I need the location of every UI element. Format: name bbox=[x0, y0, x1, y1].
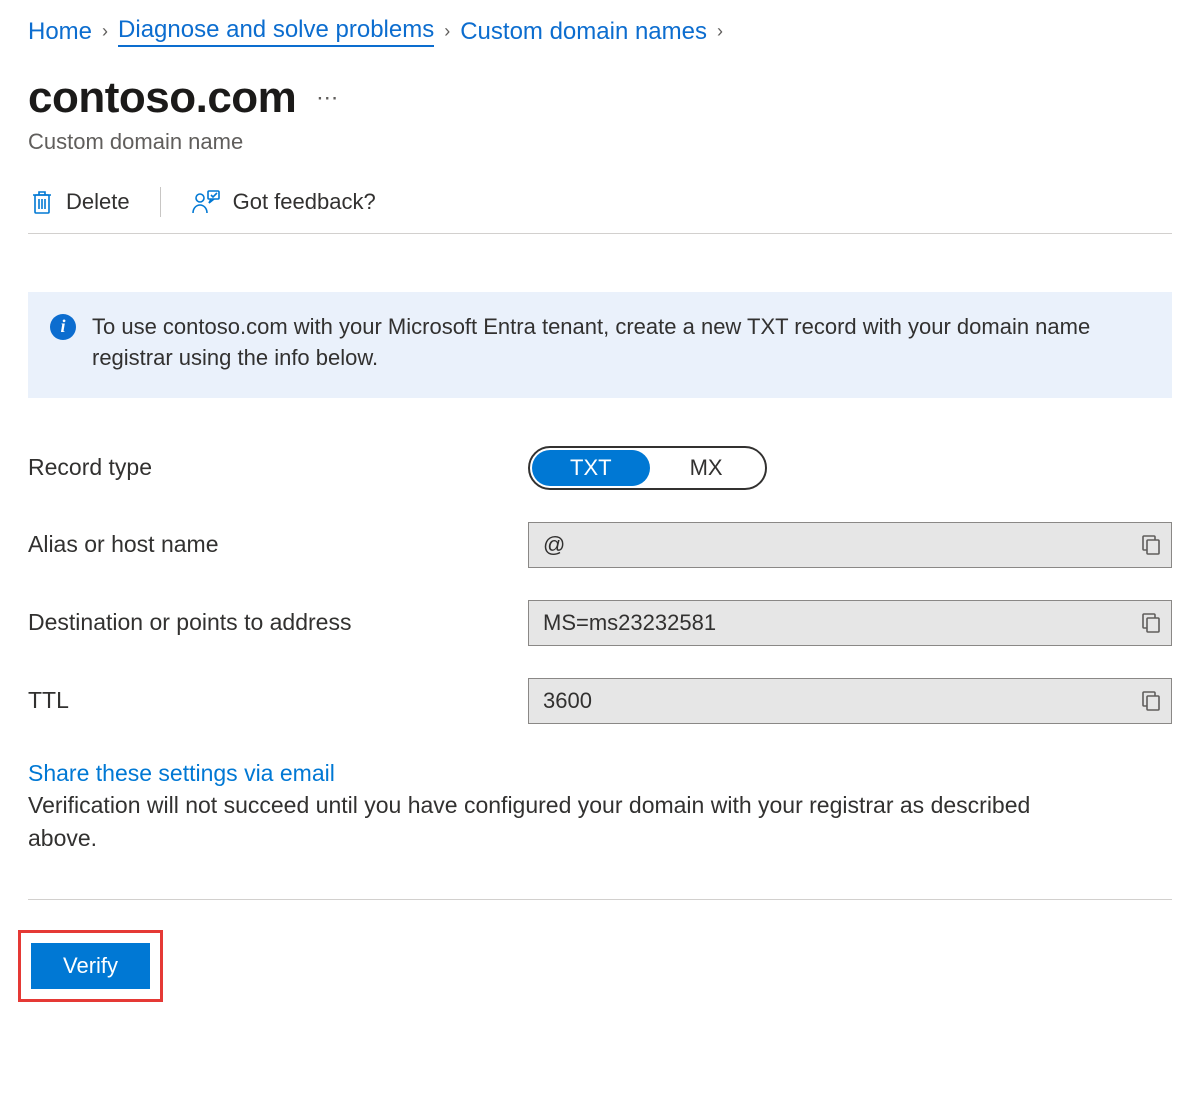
dns-record-form: Record type TXT MX Alias or host name bbox=[28, 446, 1172, 724]
share-via-email-link[interactable]: Share these settings via email bbox=[28, 760, 335, 787]
destination-input[interactable] bbox=[529, 610, 1131, 636]
breadcrumb-custom-domains[interactable]: Custom domain names bbox=[460, 18, 707, 46]
page-title: contoso.com bbox=[28, 73, 296, 123]
copy-alias-button[interactable] bbox=[1131, 523, 1171, 567]
command-bar: Delete Got feedback? bbox=[28, 185, 1172, 234]
verify-button[interactable]: Verify bbox=[31, 943, 150, 989]
delete-label: Delete bbox=[66, 189, 130, 215]
record-type-txt[interactable]: TXT bbox=[532, 450, 650, 486]
page-subtitle: Custom domain name bbox=[28, 129, 1172, 155]
breadcrumb: Home › Diagnose and solve problems › Cus… bbox=[28, 16, 1172, 47]
feedback-icon bbox=[191, 189, 221, 215]
ttl-field bbox=[528, 678, 1172, 724]
alias-input[interactable] bbox=[529, 532, 1131, 558]
alias-label: Alias or host name bbox=[28, 531, 528, 558]
feedback-label: Got feedback? bbox=[233, 189, 376, 215]
copy-destination-button[interactable] bbox=[1131, 601, 1171, 645]
destination-field bbox=[528, 600, 1172, 646]
record-type-label: Record type bbox=[28, 454, 528, 481]
info-banner: i To use contoso.com with your Microsoft… bbox=[28, 292, 1172, 398]
destination-label: Destination or points to address bbox=[28, 609, 528, 636]
chevron-right-icon: › bbox=[102, 21, 108, 42]
copy-icon bbox=[1141, 534, 1161, 556]
chevron-right-icon: › bbox=[717, 21, 723, 42]
record-type-mx[interactable]: MX bbox=[650, 450, 763, 486]
chevron-right-icon: › bbox=[444, 21, 450, 42]
copy-ttl-button[interactable] bbox=[1131, 679, 1171, 723]
breadcrumb-diagnose[interactable]: Diagnose and solve problems bbox=[118, 16, 434, 47]
footer-divider bbox=[28, 899, 1172, 900]
delete-button[interactable]: Delete bbox=[28, 185, 132, 219]
verify-highlight: Verify bbox=[18, 930, 163, 1002]
info-icon: i bbox=[50, 314, 76, 340]
feedback-button[interactable]: Got feedback? bbox=[189, 185, 378, 219]
trash-icon bbox=[30, 189, 54, 215]
ttl-label: TTL bbox=[28, 687, 528, 714]
alias-field bbox=[528, 522, 1172, 568]
more-actions-button[interactable]: ⋯ bbox=[316, 85, 340, 111]
copy-icon bbox=[1141, 612, 1161, 634]
info-text: To use contoso.com with your Microsoft E… bbox=[92, 312, 1150, 374]
toolbar-divider bbox=[160, 187, 161, 217]
copy-icon bbox=[1141, 690, 1161, 712]
record-type-toggle: TXT MX bbox=[528, 446, 767, 490]
breadcrumb-home[interactable]: Home bbox=[28, 18, 92, 46]
verification-note: Verification will not succeed until you … bbox=[28, 789, 1088, 856]
ttl-input[interactable] bbox=[529, 688, 1131, 714]
